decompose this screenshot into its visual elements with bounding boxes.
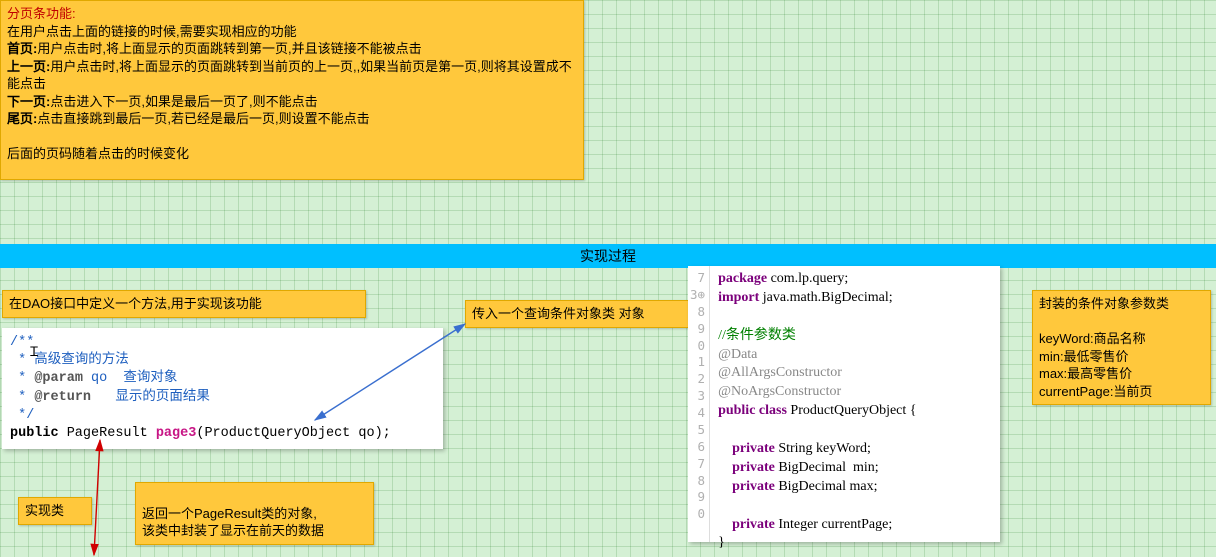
note-qo-fields: 封装的条件对象参数类 keyWord:商品名称 min:最低零售价 max:最高… xyxy=(1032,290,1211,405)
code-body: package com.lp.query; import java.math.B… xyxy=(710,266,924,542)
code-line: 显示的页面结果 xyxy=(91,390,210,405)
anno: @NoArgsConstructor xyxy=(718,384,841,399)
t: BigDecimal min; xyxy=(775,460,879,475)
t: ProductQueryObject { xyxy=(787,403,917,418)
section-header: 实现过程 xyxy=(0,244,1216,268)
text: min:最低零售价 xyxy=(1039,349,1129,364)
kw: private xyxy=(732,479,775,494)
text: 实现类 xyxy=(25,503,64,518)
text: keyWord:商品名称 xyxy=(1039,331,1146,346)
text: 封装的条件对象参数类 xyxy=(1039,296,1169,311)
text: 下一页: xyxy=(7,94,50,109)
text-cursor-icon: Ꮖ xyxy=(30,345,39,360)
text: 分页条功能: xyxy=(7,6,76,21)
note-impl: 实现类 xyxy=(18,497,92,525)
text: max:最高零售价 xyxy=(1039,366,1132,381)
text: 用户点击时,将上面显示的页面跳转到当前页的上一页,,如果当前页是第一页,则将其设… xyxy=(7,59,572,92)
diagram-canvas: 分页条功能: 在用户点击上面的链接的时候,需要实现相应的功能 首页:用户点击时,… xyxy=(0,0,1216,557)
text: 首页: xyxy=(7,41,37,56)
note-pagination-desc: 分页条功能: 在用户点击上面的链接的时候,需要实现相应的功能 首页:用户点击时,… xyxy=(0,0,584,180)
code-tag: @param xyxy=(34,371,83,386)
text: 用户点击时,将上面显示的页面跳转到第一页,并且该链接不能被点击 xyxy=(37,41,421,56)
note-dao: 在DAO接口中定义一个方法,用于实现该功能 xyxy=(2,290,366,318)
t: } xyxy=(718,535,725,550)
kw: private xyxy=(732,517,775,532)
text: 在用户点击上面的链接的时候,需要实现相应的功能 xyxy=(7,24,297,39)
text: 在DAO接口中定义一个方法,用于实现该功能 xyxy=(9,296,262,311)
anno: @AllArgsConstructor xyxy=(718,365,842,380)
code-text: (ProductQueryObject qo); xyxy=(196,426,390,441)
note-return: 返回一个PageResult类的对象, 该类中封装了显示在前天的数据 xyxy=(135,482,374,545)
text: 传入一个查询条件对象类 对象 xyxy=(472,306,645,321)
t: String keyWord; xyxy=(775,441,871,456)
kw: import xyxy=(718,290,759,305)
kw: public class xyxy=(718,403,787,418)
section-title: 实现过程 xyxy=(580,248,636,264)
text: 返回一个PageResult类的对象, 该类中封装了显示在前天的数据 xyxy=(142,506,324,539)
text: currentPage:当前页 xyxy=(1039,384,1152,399)
code-line: * xyxy=(10,371,34,386)
text: 点击进入下一页,如果是最后一页了,则不能点击 xyxy=(50,94,317,109)
text: 后面的页码随着点击的时候变化 xyxy=(7,146,189,161)
code-tag: @return xyxy=(34,390,91,405)
code-line: qo 查询对象 xyxy=(83,371,178,386)
kw: package xyxy=(718,271,767,286)
code-line: * xyxy=(10,390,34,405)
code-line: * 高级查询的方法 xyxy=(10,353,129,368)
text: 点击直接跳到最后一页,若已经是最后一页,则设置不能点击 xyxy=(37,111,369,126)
code-line: */ xyxy=(10,408,34,423)
text: 尾页: xyxy=(7,111,37,126)
t: com.lp.query; xyxy=(767,271,848,286)
code-dao-method: /** * 高级查询的方法 * @param qo 查询对象 * @return… xyxy=(2,328,443,449)
t: Integer currentPage; xyxy=(775,517,892,532)
t: java.math.BigDecimal; xyxy=(759,290,892,305)
comment: //条件参数类 xyxy=(718,328,796,343)
arrow-return xyxy=(94,440,100,555)
t: BigDecimal max; xyxy=(775,479,878,494)
code-method: page3 xyxy=(156,426,197,441)
code-query-object: 7 3⊕ 8 9 0 1 2 3 4 5 6 7 8 9 0 package c… xyxy=(688,266,1000,542)
text: 上一页: xyxy=(7,59,50,74)
anno: @Data xyxy=(718,347,757,362)
code-text: PageResult xyxy=(59,426,156,441)
note-param: 传入一个查询条件对象类 对象 xyxy=(465,300,689,328)
code-kw: public xyxy=(10,426,59,441)
kw: private xyxy=(732,460,775,475)
code-gutter: 7 3⊕ 8 9 0 1 2 3 4 5 6 7 8 9 0 xyxy=(688,266,710,542)
kw: private xyxy=(732,441,775,456)
